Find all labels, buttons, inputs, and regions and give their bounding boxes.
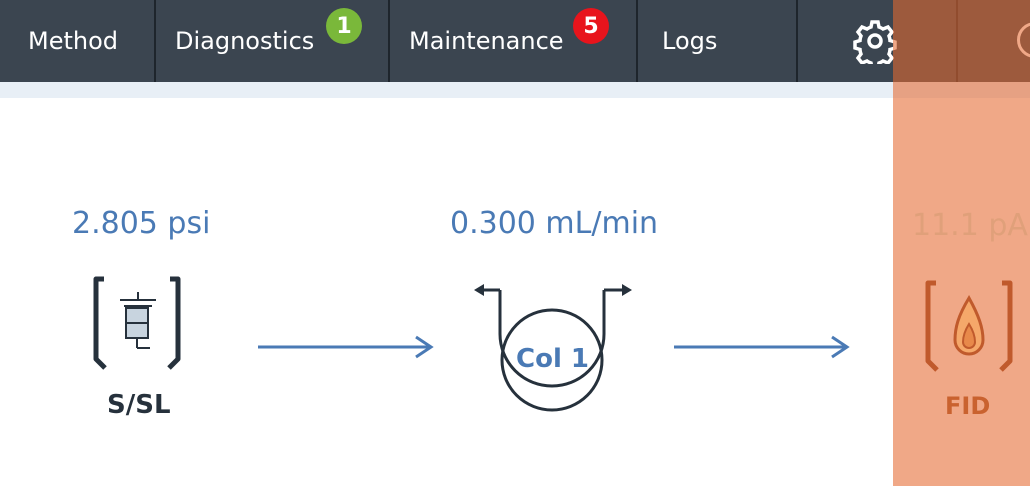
tab-diagnostics-label: Diagnostics: [175, 27, 315, 55]
detector-label: FID: [945, 392, 991, 420]
tab-logs-label: Logs: [662, 27, 718, 55]
inlet-label: S/SL: [107, 390, 171, 420]
header-underline: [0, 82, 1030, 98]
column-label: Col 1: [516, 344, 589, 374]
detector-signal-value: 11.1 pA: [912, 208, 1028, 243]
tab-method[interactable]: Method: [0, 0, 156, 82]
inlet-icon[interactable]: [90, 276, 186, 370]
flame-icon[interactable]: [922, 280, 1016, 374]
top-nav-bar: Method Diagnostics 1 Maintenance 5 Logs: [0, 0, 1030, 82]
diagnostics-count-badge: 1: [326, 8, 362, 44]
tab-maintenance-label: Maintenance: [409, 27, 564, 55]
flow-arrow-icon: [674, 335, 850, 359]
gear-icon: [853, 20, 897, 64]
inlet-pressure-value: 2.805 psi: [72, 206, 211, 241]
maintenance-count-badge: 5: [573, 8, 609, 44]
tab-diagnostics[interactable]: Diagnostics 1: [156, 0, 390, 82]
tab-method-label: Method: [28, 27, 119, 55]
tab-logs[interactable]: Logs: [638, 0, 798, 82]
flow-arrow-icon: [258, 335, 434, 359]
column-flow-value: 0.300 mL/min: [450, 206, 659, 241]
tab-maintenance[interactable]: Maintenance 5: [390, 0, 638, 82]
